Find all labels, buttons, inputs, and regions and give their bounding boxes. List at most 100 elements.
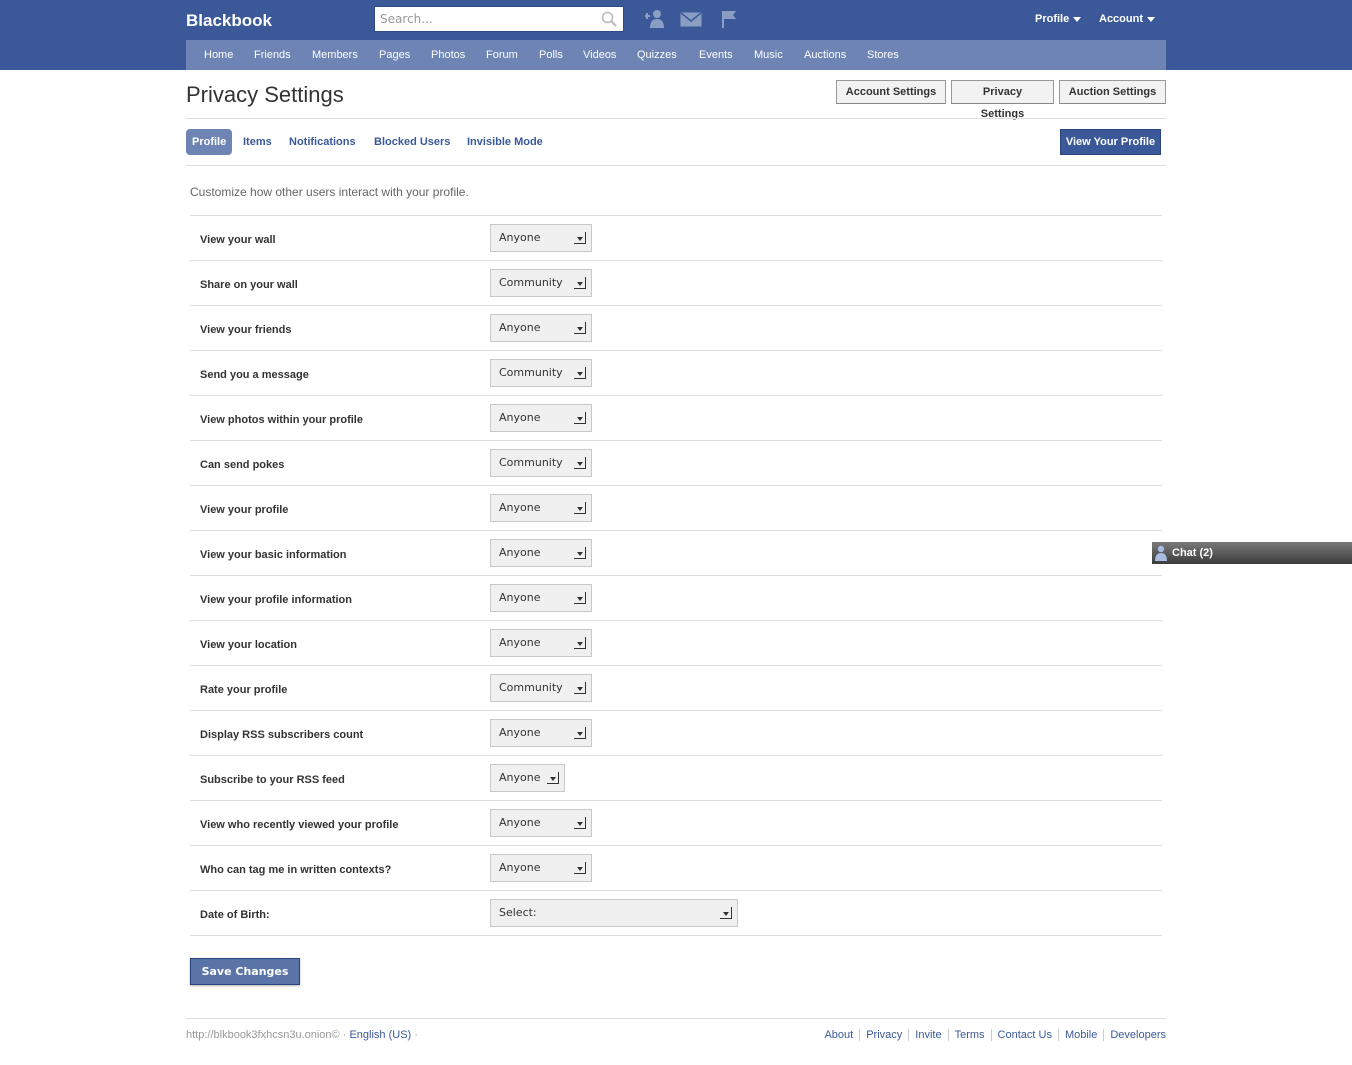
chevron-down-icon — [574, 232, 586, 244]
chevron-down-icon — [574, 322, 586, 334]
setting-row: Subscribe to your RSS feed Anyone — [190, 755, 1162, 800]
account-menu[interactable]: Account — [1099, 13, 1155, 25]
auction-settings-button[interactable]: Auction Settings — [1059, 80, 1166, 104]
save-changes-button[interactable]: Save Changes — [190, 958, 300, 985]
language-link[interactable]: English (US) — [349, 1029, 411, 1041]
account-menu-label: Account — [1099, 13, 1143, 25]
setting-select[interactable]: Anyone — [490, 404, 592, 432]
setting-row: View your wall Anyone — [190, 215, 1162, 260]
search-input[interactable] — [375, 7, 595, 31]
search-icon[interactable] — [601, 11, 617, 30]
setting-select[interactable]: Anyone — [490, 224, 592, 252]
setting-row: View who recently viewed your profile An… — [190, 800, 1162, 845]
select-value: Anyone — [499, 861, 541, 874]
brand-logo[interactable]: Blackbook — [186, 11, 272, 31]
account-settings-button[interactable]: Account Settings — [836, 80, 946, 104]
setting-row: Display RSS subscribers count Anyone — [190, 710, 1162, 755]
setting-label: View photos within your profile — [200, 414, 363, 426]
setting-label: View your friends — [200, 324, 292, 336]
header-divider — [186, 118, 1166, 119]
setting-select[interactable]: Anyone — [490, 494, 592, 522]
footer-left: http://blkbook3fxhcsn3u.onion© · English… — [186, 1029, 418, 1041]
nav-item-polls[interactable]: Polls — [539, 49, 563, 61]
select-value: Anyone — [499, 546, 541, 559]
footer-link-developers[interactable]: Developers — [1103, 1029, 1166, 1041]
chat-bar[interactable]: Chat (2) — [1152, 542, 1352, 564]
setting-label: Subscribe to your RSS feed — [200, 774, 345, 786]
select-value: Select: — [499, 906, 537, 919]
footer-site-url: http://blkbook3fxhcsn3u.onion© — [186, 1029, 340, 1041]
nav-item-home[interactable]: Home — [204, 49, 233, 61]
setting-select[interactable]: Anyone — [490, 629, 592, 657]
tab-invisible-mode[interactable]: Invisible Mode — [467, 129, 543, 155]
setting-label: Share on your wall — [200, 279, 298, 291]
nav-item-quizzes[interactable]: Quizzes — [637, 49, 677, 61]
setting-select[interactable]: Anyone — [490, 854, 592, 882]
setting-row: Who can tag me in written contexts? Anyo… — [190, 845, 1162, 890]
setting-select[interactable]: Anyone — [490, 584, 592, 612]
friend-requests-icon[interactable] — [644, 9, 665, 32]
chevron-down-icon — [720, 907, 732, 919]
nav-item-forum[interactable]: Forum — [486, 49, 518, 61]
setting-select[interactable]: Community — [490, 674, 592, 702]
setting-row: Date of Birth: Select: — [190, 890, 1162, 935]
setting-select[interactable]: Anyone — [490, 314, 592, 342]
setting-row: View your friends Anyone — [190, 305, 1162, 350]
nav-item-photos[interactable]: Photos — [431, 49, 465, 61]
select-value: Anyone — [499, 591, 541, 604]
footer-separator: · — [342, 1029, 347, 1041]
setting-row: View your basic information Anyone — [190, 530, 1162, 575]
nav-item-pages[interactable]: Pages — [379, 49, 410, 61]
chat-user-icon — [1155, 545, 1167, 569]
setting-select[interactable]: Community — [490, 449, 592, 477]
select-value: Community — [499, 456, 563, 469]
nav-item-members[interactable]: Members — [312, 49, 358, 61]
setting-select[interactable]: Community — [490, 359, 592, 387]
chevron-down-icon — [574, 547, 586, 559]
setting-row: Send you a message Community — [190, 350, 1162, 395]
tab-blocked-users[interactable]: Blocked Users — [374, 129, 450, 155]
setting-label: View your basic information — [200, 549, 347, 561]
nav-item-friends[interactable]: Friends — [254, 49, 291, 61]
profile-menu[interactable]: Profile — [1035, 13, 1082, 25]
notifications-flag-icon[interactable] — [720, 10, 738, 31]
setting-select[interactable]: Anyone — [490, 809, 592, 837]
setting-label: Rate your profile — [200, 684, 288, 696]
privacy-settings-button[interactable]: Privacy Settings — [951, 80, 1054, 120]
setting-label: Display RSS subscribers count — [200, 729, 364, 741]
tab-items[interactable]: Items — [243, 129, 272, 155]
select-value: Anyone — [499, 726, 541, 739]
footer-link-terms[interactable]: Terms — [947, 1029, 991, 1041]
nav-item-events[interactable]: Events — [699, 49, 733, 61]
view-your-profile-button[interactable]: View Your Profile — [1060, 129, 1161, 155]
chevron-down-icon — [574, 817, 586, 829]
chevron-down-icon — [574, 727, 586, 739]
select-value: Anyone — [499, 231, 541, 244]
chevron-down-icon — [547, 772, 559, 784]
setting-select[interactable]: Anyone — [490, 764, 565, 792]
footer-link-invite[interactable]: Invite — [908, 1029, 948, 1041]
chevron-down-icon — [1073, 16, 1082, 22]
chevron-down-icon — [574, 367, 586, 379]
select-value: Anyone — [499, 501, 541, 514]
chevron-down-icon — [1147, 16, 1155, 22]
setting-select[interactable]: Anyone — [490, 539, 592, 567]
messages-icon[interactable] — [680, 12, 702, 30]
footer-link-mobile[interactable]: Mobile — [1057, 1029, 1104, 1041]
footer-link-about[interactable]: About — [818, 1029, 859, 1041]
tab-notifications[interactable]: Notifications — [289, 129, 356, 155]
nav-item-stores[interactable]: Stores — [867, 49, 899, 61]
chevron-down-icon — [574, 682, 586, 694]
select-value: Anyone — [499, 411, 541, 424]
footer-link-contact-us[interactable]: Contact Us — [990, 1029, 1058, 1041]
footer-link-privacy[interactable]: Privacy — [859, 1029, 909, 1041]
nav-item-music[interactable]: Music — [754, 49, 783, 61]
setting-select[interactable]: Anyone — [490, 719, 592, 747]
nav-item-auctions[interactable]: Auctions — [804, 49, 846, 61]
footer-separator: · — [414, 1029, 418, 1041]
date-of-birth-select[interactable]: Select: — [490, 899, 738, 927]
chevron-down-icon — [574, 637, 586, 649]
setting-select[interactable]: Community — [490, 269, 592, 297]
tab-profile[interactable]: Profile — [186, 129, 232, 155]
nav-item-videos[interactable]: Videos — [583, 49, 616, 61]
